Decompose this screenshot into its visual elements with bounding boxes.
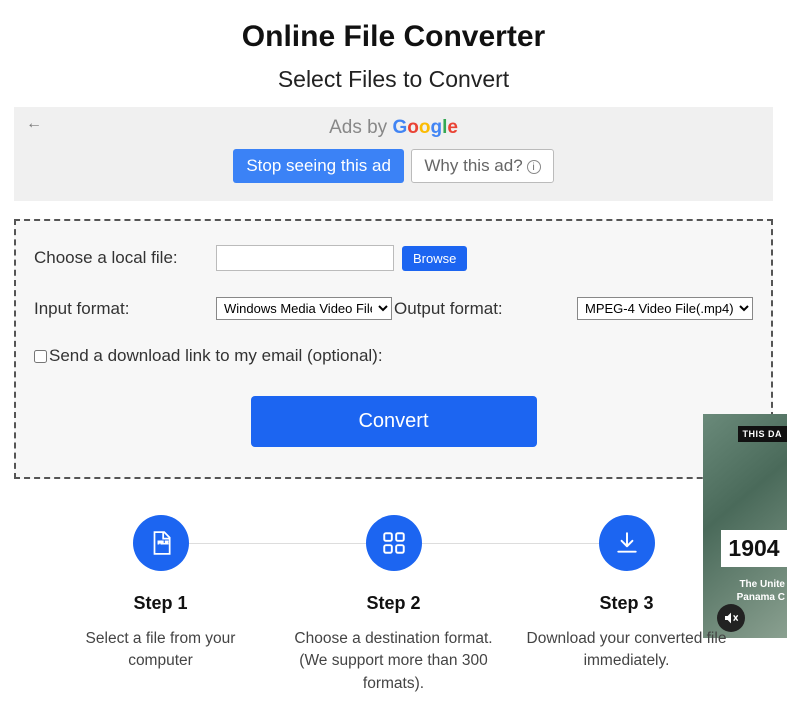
step-1-title: Step 1 <box>44 593 277 614</box>
ad-container: ← Ads by Google Stop seeing this ad Why … <box>14 107 773 201</box>
stop-seeing-ad-button[interactable]: Stop seeing this ad <box>233 149 404 183</box>
step-3: Step 3 Download your converted file imme… <box>510 515 743 673</box>
email-link-label: Send a download link to my email (option… <box>49 346 383 366</box>
download-icon <box>599 515 655 571</box>
video-tag: THIS DA <box>738 426 787 442</box>
steps-row: FILE Step 1 Select a file from your comp… <box>14 515 773 695</box>
ads-by-text: Ads by <box>329 117 392 138</box>
file-icon: FILE <box>133 515 189 571</box>
video-caption: The UnitePanama C <box>737 578 785 604</box>
step-2: Step 2 Choose a destination format. (We … <box>277 515 510 695</box>
step-1-desc: Select a file from your computer <box>44 628 277 673</box>
why-this-ad-button[interactable]: Why this ad? i <box>411 149 553 183</box>
input-format-label: Input format: <box>34 299 129 318</box>
choose-file-label: Choose a local file: <box>34 248 178 267</box>
email-link-checkbox[interactable] <box>34 350 47 363</box>
local-file-input[interactable] <box>216 245 394 271</box>
step-3-title: Step 3 <box>510 593 743 614</box>
why-ad-label: Why this ad? <box>424 156 522 175</box>
svg-text:FILE: FILE <box>157 540 168 546</box>
ad-attribution: Ads by Google <box>26 117 761 139</box>
convert-button[interactable]: Convert <box>251 396 537 447</box>
input-format-select[interactable]: Windows Media Video File(.wmv) <box>216 297 392 320</box>
grid-icon <box>366 515 422 571</box>
page-title: Online File Converter <box>14 20 773 54</box>
output-format-label: Output format: <box>394 299 503 319</box>
browse-button[interactable]: Browse <box>402 246 467 271</box>
step-1: FILE Step 1 Select a file from your comp… <box>44 515 277 673</box>
step-2-title: Step 2 <box>277 593 510 614</box>
info-icon: i <box>527 160 541 174</box>
page-subtitle: Select Files to Convert <box>14 66 773 93</box>
step-3-desc: Download your converted file immediately… <box>510 628 743 673</box>
ad-back-arrow-icon[interactable]: ← <box>26 115 42 133</box>
converter-form-panel: Choose a local file: Browse Input format… <box>14 219 773 479</box>
output-format-select[interactable]: MPEG-4 Video File(.mp4) <box>577 297 753 320</box>
step-2-desc: Choose a destination format. (We support… <box>277 628 510 695</box>
